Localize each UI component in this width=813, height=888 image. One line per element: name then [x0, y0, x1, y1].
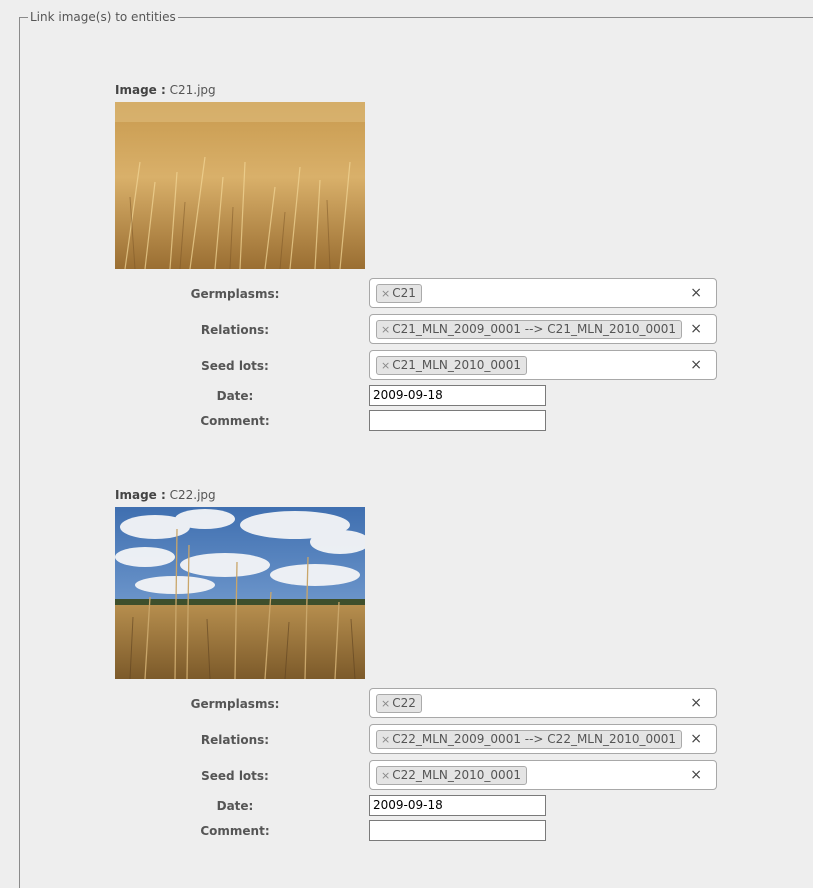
seed-lots-label: Seed lots:	[201, 769, 269, 783]
relation-tag: × C22_MLN_2009_0001 --> C22_MLN_2010_0001	[376, 730, 683, 749]
clear-icon[interactable]: ×	[690, 695, 702, 711]
clear-icon[interactable]: ×	[690, 321, 702, 337]
clear-icon[interactable]: ×	[690, 767, 702, 783]
image-filename: C21.jpg	[169, 83, 216, 97]
tag-label: C22	[392, 696, 416, 710]
date-label: Date:	[216, 389, 254, 403]
relations-label: Relations:	[200, 733, 270, 747]
image-label: Image : C21.jpg	[115, 83, 216, 97]
tag-label: C22_MLN_2010_0001	[392, 768, 521, 782]
seed-lot-tag: × C21_MLN_2010_0001	[376, 356, 527, 375]
image-filename: C22.jpg	[169, 488, 216, 502]
date-label: Date:	[216, 799, 254, 813]
germplasms-select[interactable]: × C21 ×	[369, 278, 717, 308]
fieldset-legend: Link image(s) to entities	[28, 10, 178, 24]
clear-icon[interactable]: ×	[690, 731, 702, 747]
tag-label: C22_MLN_2009_0001 --> C22_MLN_2010_0001	[392, 732, 677, 746]
relation-tag: × C21_MLN_2009_0001 --> C21_MLN_2010_0001	[376, 320, 683, 339]
seed-lots-select[interactable]: × C22_MLN_2010_0001 ×	[369, 760, 717, 790]
relations-label: Relations:	[200, 323, 270, 337]
clear-icon[interactable]: ×	[690, 285, 702, 301]
tag-remove-icon[interactable]: ×	[381, 733, 390, 746]
comment-input[interactable]	[369, 410, 546, 431]
germplasm-tag: × C22	[376, 694, 422, 713]
image-label: Image : C22.jpg	[115, 488, 216, 502]
date-input[interactable]: 2009-09-18	[369, 795, 546, 816]
tag-remove-icon[interactable]: ×	[381, 323, 390, 336]
date-input[interactable]: 2009-09-18	[369, 385, 546, 406]
relations-select[interactable]: × C22_MLN_2009_0001 --> C22_MLN_2010_0001…	[369, 724, 717, 754]
germplasms-select[interactable]: × C22 ×	[369, 688, 717, 718]
relations-select[interactable]: × C21_MLN_2009_0001 --> C21_MLN_2010_0001…	[369, 314, 717, 344]
tag-label: C21_MLN_2009_0001 --> C21_MLN_2010_0001	[392, 322, 677, 336]
tag-label: C21_MLN_2010_0001	[392, 358, 521, 372]
tag-remove-icon[interactable]: ×	[381, 697, 390, 710]
wheat-field-photo	[115, 102, 365, 269]
comment-label: Comment:	[200, 824, 270, 838]
tag-remove-icon[interactable]: ×	[381, 359, 390, 372]
seed-lots-label: Seed lots:	[201, 359, 269, 373]
comment-input[interactable]	[369, 820, 546, 841]
image-label-key: Image :	[115, 488, 166, 502]
germplasm-tag: × C21	[376, 284, 422, 303]
germplasms-label: Germplasms:	[190, 287, 280, 301]
image-label-key: Image :	[115, 83, 166, 97]
clear-icon[interactable]: ×	[690, 357, 702, 373]
seed-lot-tag: × C22_MLN_2010_0001	[376, 766, 527, 785]
wheat-sky-photo	[115, 507, 365, 679]
seed-lots-select[interactable]: × C21_MLN_2010_0001 ×	[369, 350, 717, 380]
tag-label: C21	[392, 286, 416, 300]
germplasms-label: Germplasms:	[190, 697, 280, 711]
tag-remove-icon[interactable]: ×	[381, 769, 390, 782]
tag-remove-icon[interactable]: ×	[381, 287, 390, 300]
comment-label: Comment:	[200, 414, 270, 428]
